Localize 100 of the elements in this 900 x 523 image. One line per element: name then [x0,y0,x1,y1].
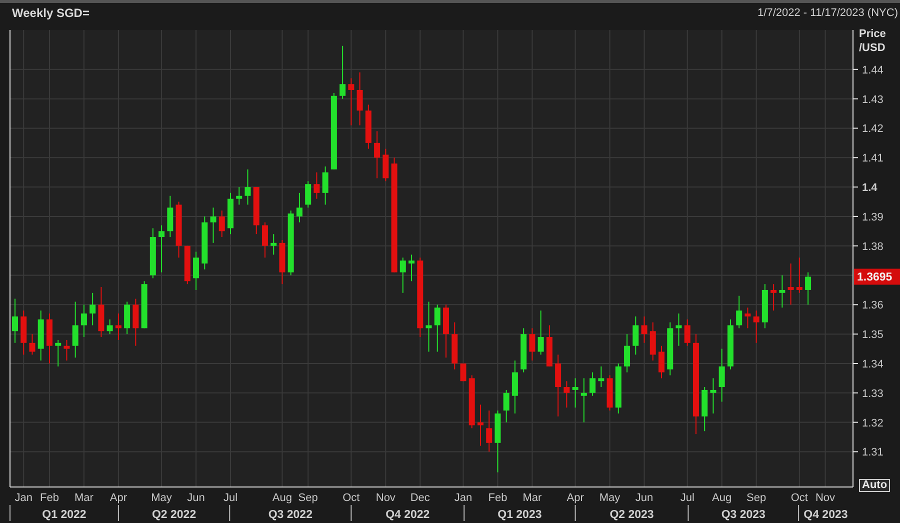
candlestick [667,322,674,376]
y-axis-label: 1.41 [862,152,884,165]
quarter-label: Q2 2023 [610,509,654,521]
x-axis-label: Aug [712,492,732,504]
candlestick [598,366,604,388]
candlestick [503,389,510,423]
x-axis-label: Jun [187,492,205,504]
x-axis-label: Sep [298,492,318,504]
candlestick [124,301,130,335]
candlestick [658,345,664,379]
quarter-label: Q3 2023 [721,509,766,521]
candlestick [529,328,536,362]
last-price-tag: 1.3695 [854,268,900,285]
candlestick [512,360,518,414]
candlestick [443,304,449,358]
candlestick [718,348,725,402]
candlestick [374,130,380,179]
candlestick [29,334,36,356]
candlestick [236,186,242,206]
candlestick [805,272,812,306]
x-axis-label: Oct [342,492,360,504]
auto-scale-button[interactable]: Auto [859,479,890,492]
candlestick [158,224,165,273]
y-axis-label: 1.39 [862,211,884,224]
quarter-label: Q4 2022 [386,509,430,521]
quarter-label: Q3 2022 [268,509,312,521]
candlestick [38,310,44,362]
candlestick [193,251,200,290]
candlestick [314,172,320,200]
x-axis-label: Jan [454,492,472,504]
quarter-label: Q4 2023 [804,509,848,521]
y-axis-title: Price /USD [859,28,886,54]
candlestick [426,301,432,352]
candlestick [228,192,234,235]
candlestick [132,298,139,346]
candlestick [253,186,260,235]
x-axis-label: Feb [488,492,508,504]
candlestick [210,207,216,244]
quarter-label: Q1 2022 [42,509,86,521]
candlestick [400,257,406,294]
x-axis-label: Jan [14,492,32,504]
candlestick [572,378,578,408]
candlestick [452,322,458,370]
y-axis-label: 1.42 [862,123,884,136]
candlestick [218,210,225,238]
candlestick [641,316,648,344]
candlestick [365,104,372,150]
candlestick [80,304,87,338]
candlestick [408,254,415,282]
candlestick [72,301,78,358]
candlestick [348,78,354,126]
candlestick [296,192,302,223]
candlestick [520,328,527,373]
x-axis-label: Apr [566,492,584,504]
x-axis-label: Jul [680,492,694,504]
y-axis-label: 1.34 [862,358,884,370]
x-axis-label: Dec [410,492,430,504]
y-axis-label: 1.38 [862,240,884,253]
candlestick [106,318,113,335]
x-axis-label: May [151,492,172,504]
candlestick [270,234,277,256]
candlestick [779,274,786,308]
candlestick [64,339,70,362]
y-axis-label: 1.36 [862,300,884,312]
candlestick [538,310,544,356]
candlestick [382,148,389,182]
candlestick [322,166,328,206]
x-axis-label: Jul [223,492,238,504]
x-axis-label: Feb [40,492,59,504]
y-axis-label: 1.4 [862,182,878,194]
x-axis-label: Apr [110,492,127,504]
candlestick [624,334,630,373]
x-axis-label: Mar [522,492,542,504]
candlestick [753,310,760,344]
candlestick [486,410,492,452]
x-axis-label: May [599,492,620,504]
candlestick [356,72,363,126]
candlestick [20,310,27,356]
candlestick [564,380,570,408]
y-axis-label: 1.32 [862,417,884,430]
x-axis-label: Nov [816,492,836,504]
candlestick [546,324,552,367]
candlestick [244,168,251,206]
candlestick [115,313,122,340]
candlestick [98,286,104,338]
x-axis-label: Sep [746,492,766,504]
x-axis-label: Oct [790,492,808,504]
candlestick [744,307,751,329]
y-axis-label: 1.43 [862,94,884,106]
candlestick [340,45,346,100]
candlestick [279,239,286,285]
candlestick [580,378,587,423]
candlestick [262,222,268,258]
y-axis-label: 1.31 [862,446,884,459]
candlestick [434,304,440,352]
candlestick [55,339,62,367]
chart-title: Weekly SGD= [12,6,90,20]
y-axis-label: 1.44 [862,64,884,76]
x-axis-label: Jun [635,492,654,504]
candlestick [305,180,312,208]
